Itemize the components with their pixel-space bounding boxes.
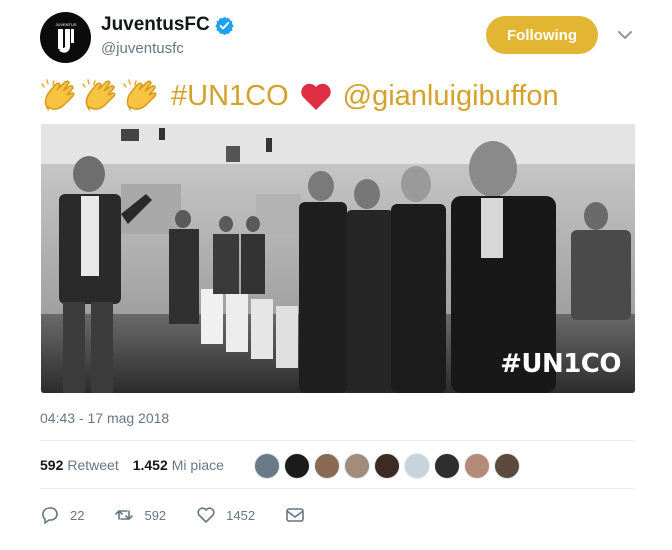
liker-avatar[interactable] — [254, 453, 280, 479]
likes-label: Mi piace — [171, 457, 224, 473]
retweets-label: Retweet — [67, 457, 119, 473]
liker-avatar[interactable] — [464, 453, 490, 479]
reply-icon — [42, 507, 58, 524]
clapping-hands-icon — [81, 79, 119, 113]
tweet-card: JUVENTUS JuventusFC @juventusfc Followin… — [0, 0, 672, 550]
liker-avatar[interactable] — [284, 453, 310, 479]
divider — [40, 488, 634, 489]
liker-avatars — [254, 453, 524, 479]
hashtag-link[interactable]: #UN1CO — [171, 80, 289, 113]
liker-avatar[interactable] — [374, 453, 400, 479]
retweet-button[interactable]: 592 — [114, 505, 166, 525]
likes-stat[interactable]: 1.452 Mi piace — [133, 457, 224, 473]
reply-button[interactable]: 22 — [40, 505, 84, 525]
clapping-hands-icon — [122, 79, 160, 113]
retweet-count: 592 — [144, 507, 167, 523]
liker-avatar[interactable] — [434, 453, 460, 479]
envelope-icon — [286, 508, 304, 522]
name-row: JuventusFC — [101, 14, 234, 36]
mention-link[interactable]: @gianluigibuffon — [343, 80, 559, 113]
retweet-icon — [115, 510, 134, 520]
tweet-text: #UN1CO @gianluigibuffon — [40, 76, 559, 116]
display-name[interactable]: JuventusFC — [101, 14, 210, 36]
tweet-photo[interactable]: #UN1CO — [41, 124, 635, 393]
retweets-count: 592 — [40, 457, 64, 473]
clapping-hands-icon — [40, 79, 78, 113]
verified-badge-icon — [215, 16, 234, 35]
retweets-stat[interactable]: 592 Retweet — [40, 457, 119, 473]
red-heart-icon — [299, 81, 333, 111]
like-button[interactable]: 1452 — [196, 505, 255, 525]
likes-count: 1.452 — [132, 457, 168, 473]
engagement-stats: 592 Retweet 1.452 Mi piace — [40, 457, 238, 473]
tweet-actions: 22 592 1452 — [40, 505, 345, 525]
like-count: 1452 — [226, 507, 256, 523]
avatar[interactable]: JUVENTUS — [40, 12, 91, 63]
following-button[interactable]: Following — [486, 16, 598, 54]
handle[interactable]: @juventusfc — [101, 40, 184, 57]
liker-avatar[interactable] — [494, 453, 520, 479]
svg-text:JUVENTUS: JUVENTUS — [55, 22, 76, 27]
chevron-down-icon[interactable] — [616, 26, 634, 44]
tweet-timestamp[interactable]: 04:43 - 17 mag 2018 — [40, 410, 169, 426]
liker-avatar[interactable] — [404, 453, 430, 479]
heart-icon — [197, 507, 215, 523]
photo-hashtag-overlay: #UN1CO — [500, 349, 621, 379]
divider — [40, 440, 634, 441]
liker-avatar[interactable] — [314, 453, 340, 479]
reply-count: 22 — [70, 507, 85, 523]
juventus-logo-icon: JUVENTUS — [55, 22, 76, 53]
liker-avatar[interactable] — [344, 453, 370, 479]
direct-message-button[interactable] — [285, 505, 315, 525]
